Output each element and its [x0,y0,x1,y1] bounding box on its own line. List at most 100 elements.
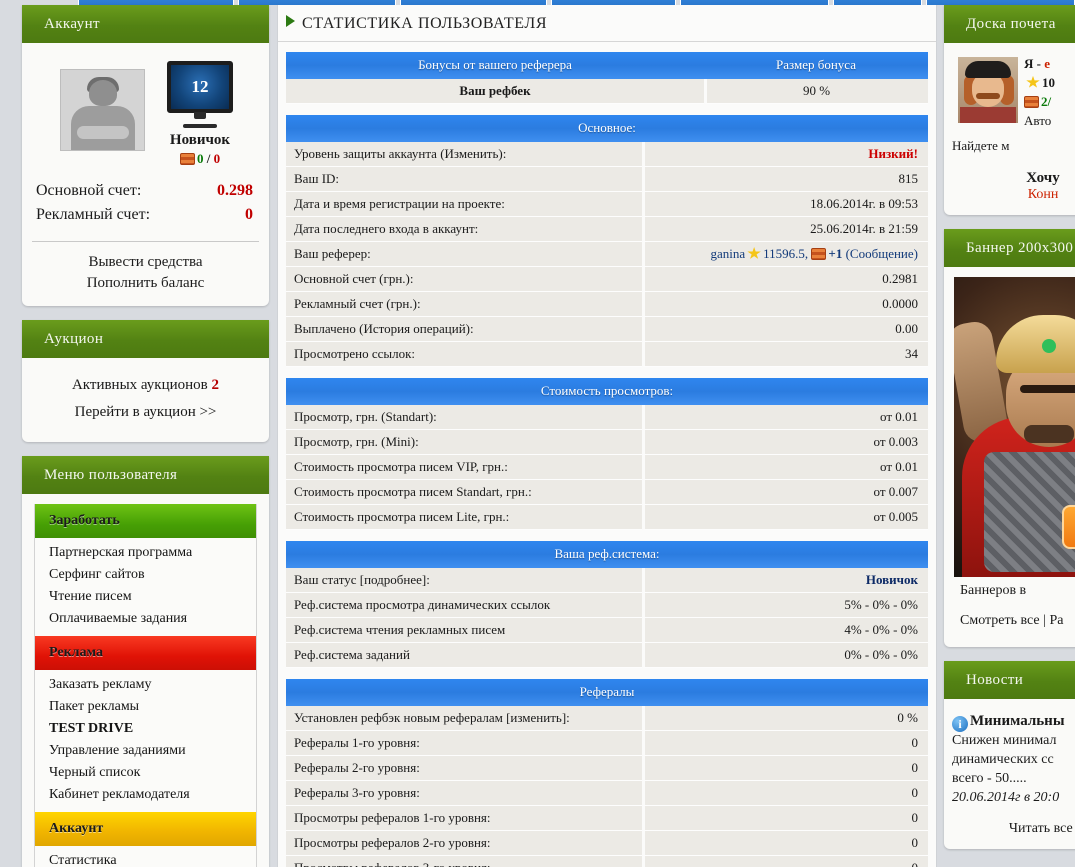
bonus-col-header-1: Бонусы от вашего реферера [286,52,704,79]
table-row: Дата и время регистрации на проекте: 18.… [286,192,928,217]
auction-active-label: Активных аукционов [71,377,208,393]
banner-cta-button[interactable]: В Б [1062,505,1075,550]
row-key-refviews-2: Просмотры рефералов 2-го уровня: [286,831,642,856]
news-read-all-link[interactable]: Читать все | [952,808,1075,839]
refsystem-table-header: Ваша реф.система: [286,541,928,568]
menu-caption-earn[interactable]: Заработать [35,504,256,538]
bonus-table-header: Бонусы от вашего реферера Размер бонуса [286,52,928,79]
auction-goto-row[interactable]: Перейти в аукцион >> [22,399,269,426]
cost-table: Стоимость просмотров: Просмотр, грн. (St… [286,378,928,541]
sidebar-item-task-management[interactable]: Управление заданиями [35,740,256,762]
news-panel: Новости i Минимальны Снижен минимал динам… [944,661,1075,849]
ad-account-label: Рекламный счет: [36,206,151,223]
sidebar-item-site-surfing[interactable]: Серфинг сайтов [35,564,256,586]
row-value-refviews-3: 0 [642,856,928,867]
table-row: Рефералы 2-го уровня: 0 [286,756,928,781]
row-value-refsys-mail: 4% - 0% - 0% [642,618,928,643]
auction-active-count: 2 [211,377,220,393]
table-row: Основной счет (грн.): 0.2981 [286,267,928,292]
referrals-header-text: Рефералы [286,679,928,706]
table-row: Ваш статус [подробнее]: Новичок [286,568,928,593]
sidebar-item-partner-program[interactable]: Партнерская программа [35,542,256,564]
table-row: Реф.система чтения рекламных писем 4% - … [286,618,928,643]
monitor-icon: 12 [167,61,233,119]
referrals-table: Рефералы Установлен рефбэк новым реферал… [286,679,928,867]
title-rule [278,41,936,42]
news-headline[interactable]: i Минимальны [952,711,1075,733]
bonus-table: Бонусы от вашего реферера Размер бонуса … [286,52,928,115]
news-headline-text[interactable]: Минимальны [970,713,1065,729]
row-value-refsys-tasks: 0% - 0% - 0% [642,643,928,668]
account-links: Вывести средства Пополнить баланс [22,246,269,306]
coins-red: 0 [213,151,221,166]
page-title: СТАТИСТИКА ПОЛЬЗОВАТЕЛЯ [278,5,936,41]
table-row: Рефералы 1-го уровня: 0 [286,731,928,756]
cost-table-header: Стоимость просмотров: [286,378,928,405]
basic-table-header: Основное: [286,115,928,142]
deposit-link[interactable]: Пополнить баланс [22,273,269,294]
user-menu-panel: Меню пользователя Заработать Партнерская… [22,456,269,867]
honor-prefix: Я - [1024,56,1045,71]
referrer-name[interactable]: ganina [710,246,745,261]
news-line-2: динамических сс [952,752,1054,768]
row-value-main-account: 0.2981 [642,267,928,292]
menu-group-advertising: Реклама Заказать рекламу Пакет рекламы T… [34,636,257,812]
row-value-links-viewed: 34 [642,342,928,367]
row-key-status[interactable]: Ваш статус [подробнее]: [286,568,642,593]
sidebar-item-test-drive[interactable]: TEST DRIVE [35,718,256,740]
row-key-referrer: Ваш реферер: [286,242,642,267]
table-row: Дата последнего входа в аккаунт: 25.06.2… [286,217,928,242]
honor-avatar [958,57,1018,123]
sidebar-item-order-ad[interactable]: Заказать рекламу [35,674,256,696]
row-key-refsys-tasks: Реф.система заданий [286,643,642,668]
honor-board-panel: Доска почета Я - e 10 2/ Авто Найдете м … [944,5,1075,216]
table-row: Установлен рефбэк новым рефералам [измен… [286,706,928,731]
news-body: i Минимальны Снижен минимал динамических … [944,699,1075,848]
row-key-refback[interactable]: Установлен рефбэк новым рефералам [измен… [286,706,642,731]
spacer [286,668,928,679]
coins-icon [179,153,195,165]
table-row: Уровень защиты аккаунта (Изменить): Низк… [286,142,928,167]
row-value-view-mini: от 0.003 [642,430,928,455]
info-icon: i [952,716,968,733]
withdraw-link[interactable]: Вывести средства [22,252,269,273]
honor-coins-row: 2/ [1024,93,1055,112]
referrals-table-header: Рефералы [286,679,928,706]
row-key-mail-vip: Стоимость просмотра писем VIP, грн.: [286,455,642,480]
rank-block: 12 Новичок 0 / 0 [167,55,233,167]
banner-body: В Б Баннеров в Смотреть все | Ра [944,267,1075,647]
sidebar-item-statistics[interactable]: Статистика [35,850,256,867]
sidebar-item-read-mail[interactable]: Чтение писем [35,586,256,608]
honor-contact-link[interactable]: Конн [952,187,1075,203]
menu-caption-account[interactable]: Аккаунт [35,812,256,846]
menu-caption-advertising[interactable]: Реклама [35,636,256,670]
star-icon [1026,75,1040,88]
auction-goto-link[interactable]: Перейти в аукцион >> [75,404,217,420]
table-row: Стоимость просмотра писем Standart, грн.… [286,480,928,505]
banner-links[interactable]: Смотреть все | Ра [954,599,1075,637]
rank-coins: 0 / 0 [167,151,233,167]
table-row: Реф.система просмотра динамических ссыло… [286,593,928,618]
row-key-protection[interactable]: Уровень защиты аккаунта (Изменить): [286,142,642,167]
table-row: Рекламный счет (грн.): 0.0000 [286,292,928,317]
sidebar-item-paid-tasks[interactable]: Оплачиваемые задания [35,608,256,630]
referrer-message-link[interactable]: (Сообщение) [846,246,918,261]
row-key-mail-standart: Стоимость просмотра писем Standart, грн.… [286,480,642,505]
account-panel-title: Аккаунт [22,5,269,43]
row-key-paid-out[interactable]: Выплачено (История операций): [286,317,642,342]
auction-panel: Аукцион Активных аукционов 2 Перейти в а… [22,320,269,442]
account-summary: 12 Новичок 0 / 0 [22,43,269,171]
row-value-refviews-1: 0 [642,806,928,831]
table-row: Просмотры рефералов 3-го уровня: 0 [286,856,928,867]
row-key-referrals-3: Рефералы 3-го уровня: [286,781,642,806]
news-line-3: всего - 50..... [952,771,1027,787]
honor-info: Я - e 10 2/ Авто [1024,53,1055,130]
honor-name[interactable]: e [1044,56,1050,71]
main-account-row: Основной счет: 0.298 [36,179,253,203]
sidebar-item-advertiser-cabinet[interactable]: Кабинет рекламодателя [35,784,256,806]
sidebar-item-ad-package[interactable]: Пакет рекламы [35,696,256,718]
banner-image[interactable]: В Б [954,277,1075,578]
row-key-referrals-2: Рефералы 2-го уровня: [286,756,642,781]
row-key-registration: Дата и время регистрации на проекте: [286,192,642,217]
sidebar-item-blacklist[interactable]: Черный список [35,762,256,784]
